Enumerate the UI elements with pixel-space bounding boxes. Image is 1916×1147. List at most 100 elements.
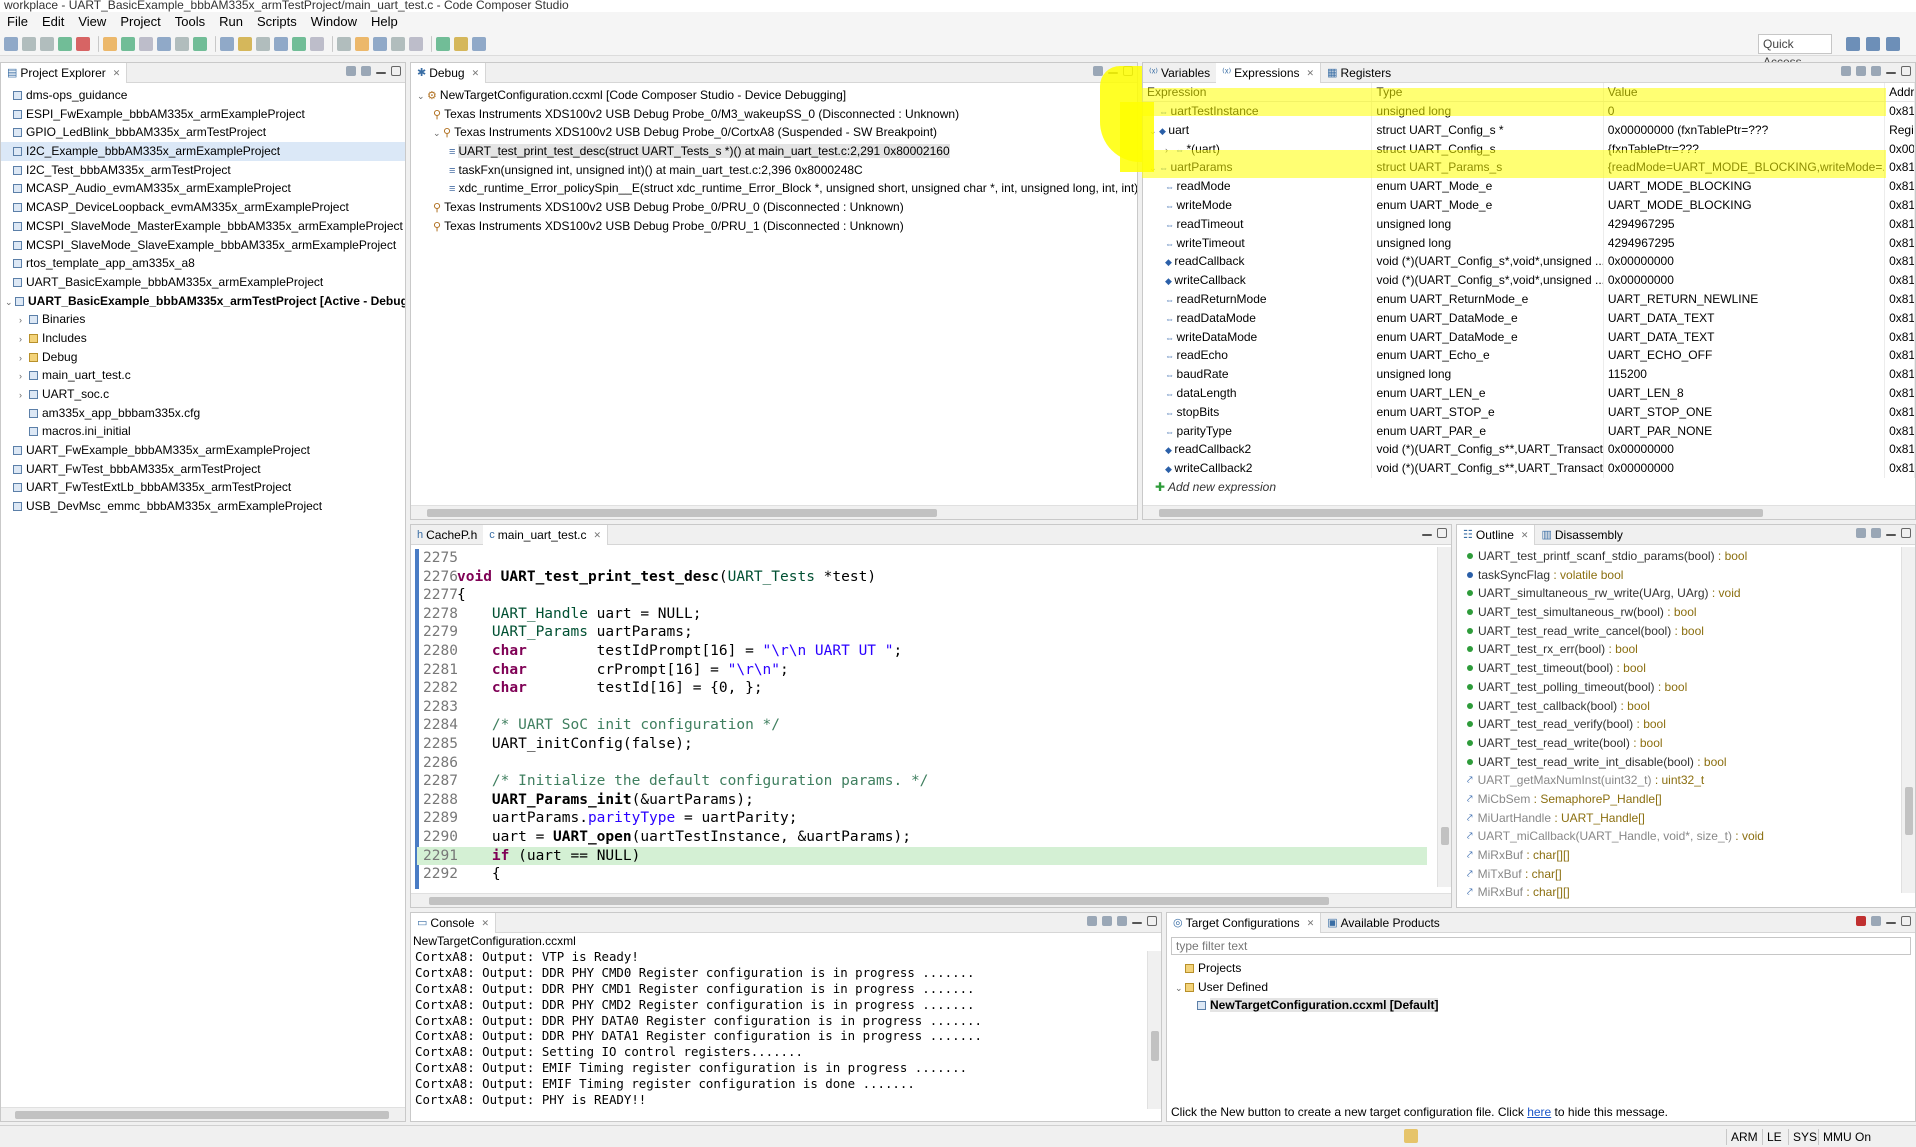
remove-expression-icon[interactable] [1856, 66, 1866, 76]
maximize-icon[interactable] [1901, 528, 1911, 538]
add-expression-icon[interactable] [1841, 66, 1851, 76]
expression-row[interactable]: ◆ readCallback void (*)(UART_Config_s*,vo… [1143, 252, 1915, 272]
menu-edit[interactable]: Edit [35, 12, 71, 32]
perspective-icon[interactable] [1886, 37, 1900, 51]
tree-item[interactable]: ESPI_FwExample_bbbAM335x_armExampleProje… [1, 105, 405, 124]
menu-tools[interactable]: Tools [168, 12, 212, 32]
expression-row[interactable]: ⇔ readTimeout unsigned long 4294967295 0x81 [1143, 214, 1915, 234]
outline-item[interactable]: ⤤ MiRxBuf : char[][] [1467, 883, 1915, 902]
tab-cachep-h[interactable]: h CacheP.h [411, 525, 483, 545]
tree-item[interactable]: MCASP_DeviceLoopback_evmAM335x_armExampl… [1, 198, 405, 217]
menu-scripts[interactable]: Scripts [250, 12, 304, 32]
horizontal-scrollbar[interactable] [1, 1107, 405, 1121]
expression-value[interactable]: 0x00000000 [1604, 459, 1886, 478]
tree-item[interactable]: › UART_soc.c [1, 385, 405, 404]
expand-arrow-icon[interactable]: › [19, 330, 29, 348]
expand-arrow-icon[interactable]: › [19, 386, 29, 404]
horizontal-scrollbar[interactable] [1143, 505, 1915, 519]
tree-item[interactable]: I2C_Test_bbbAM335x_armTestProject [1, 161, 405, 180]
sort-icon[interactable] [1856, 528, 1866, 538]
toolbar-button-icon[interactable] [472, 36, 486, 51]
expand-arrow-icon[interactable]: ⌄ [417, 87, 427, 105]
vertical-scrollbar[interactable] [1437, 547, 1451, 887]
toolbar-button-icon[interactable] [22, 36, 36, 51]
expand-arrow-icon[interactable]: › [19, 367, 29, 385]
tab-console[interactable]: ▭ Console ✕ [411, 913, 496, 933]
expression-row[interactable]: ◆ writeCallback2 void (*)(UART_Config_s**… [1143, 459, 1915, 478]
tree-item[interactable]: I2C_Example_bbbAM335x_armExampleProject [1, 142, 405, 161]
code-line[interactable]: 2286 [417, 754, 1427, 773]
menu-window[interactable]: Window [304, 12, 364, 32]
quick-access-input[interactable]: Quick Access [1758, 34, 1832, 69]
expression-row[interactable]: ⇔ parityType enum UART_PAR_e UART_PAR_NONE… [1143, 421, 1915, 441]
expand-arrow-icon[interactable]: ⌄ [1175, 979, 1185, 997]
expression-value[interactable]: 4294967295 [1604, 214, 1886, 234]
close-icon[interactable]: ✕ [594, 525, 602, 545]
toolbar-button-icon[interactable] [274, 36, 288, 51]
vertical-scrollbar[interactable] [1901, 547, 1915, 893]
debug-item[interactable]: ⚲ Texas Instruments XDS100v2 USB Debug P… [411, 198, 1137, 217]
minimize-icon[interactable] [1886, 72, 1896, 74]
tree-item[interactable]: UART_FwTest_bbbAM335x_armTestProject [1, 460, 405, 479]
expression-row[interactable]: ⇔ writeDataMode enum UART_DataMode_e UART_… [1143, 327, 1915, 347]
tab-target-configurations[interactable]: ◎ Target Configurations ✕ [1167, 913, 1322, 933]
vertical-scrollbar[interactable] [1147, 951, 1161, 1109]
code-line[interactable]: 2284 /* UART SoC init configuration */ [417, 716, 1427, 735]
outline-item[interactable]: UART_test_simultaneous_rw(bool) : bool [1467, 603, 1915, 622]
expression-value[interactable]: UART_MODE_BLOCKING [1604, 195, 1886, 215]
outline-item[interactable]: ⤤ MiRxBuf : char[][] [1467, 846, 1915, 865]
toolbar-button-icon[interactable] [355, 36, 369, 51]
tree-item[interactable]: macros.ini_initial [1, 422, 405, 441]
code-line[interactable]: 2282 char testId[16] = {0, }; [417, 679, 1427, 698]
expression-value[interactable]: 0x00000000 (fxnTablePtr=??? [1604, 120, 1886, 140]
refresh-icon[interactable] [1871, 916, 1881, 926]
toolbar-button-icon[interactable] [40, 36, 54, 51]
expression-row[interactable]: ⇔ dataLength enum UART_LEN_e UART_LEN_8 0x8… [1143, 383, 1915, 403]
tree-item[interactable]: › Binaries [1, 310, 405, 329]
expression-row[interactable]: ⇔ writeTimeout unsigned long 4294967295 0x8… [1143, 233, 1915, 253]
expression-row[interactable]: ⇔ baudRate unsigned long 115200 0x81 [1143, 365, 1915, 384]
scroll-lock-icon[interactable] [1102, 916, 1112, 926]
collapse-all-icon[interactable] [1871, 66, 1881, 76]
toolbar-button-icon[interactable] [454, 36, 468, 51]
tree-item[interactable]: UART_BasicExample_bbbAM335x_armExamplePr… [1, 273, 405, 292]
outline-item[interactable]: UART_simultaneous_rw_write(UArg, UArg) :… [1467, 584, 1915, 603]
tree-item[interactable]: am335x_app_bbbam335x.cfg [1, 404, 405, 423]
target-tree-item[interactable]: Projects [1167, 959, 1915, 978]
close-icon[interactable]: ✕ [1307, 913, 1315, 933]
code-line[interactable]: 2290 uart = UART_open(uartTestInstance, … [417, 828, 1427, 847]
code-line[interactable]: 2291 if (uart == NULL) [417, 846, 1427, 866]
expression-value[interactable]: UART_MODE_BLOCKING [1604, 177, 1886, 196]
tab-project-explorer[interactable]: ▤ Project Explorer ✕ [1, 63, 128, 83]
code-line[interactable]: 2289 uartParams.parityType = uartParity; [417, 809, 1427, 828]
column-header-addr[interactable]: Addr [1885, 83, 1915, 101]
code-line[interactable]: 2275 [417, 549, 1427, 568]
tree-item[interactable]: › main_uart_test.c [1, 366, 405, 385]
expression-row[interactable]: ⇔ readDataMode enum UART_DataMode_e UART_D… [1143, 308, 1915, 328]
maximize-icon[interactable] [1901, 66, 1911, 76]
toolbar-button-icon[interactable] [256, 36, 270, 51]
expression-value[interactable]: UART_DATA_TEXT [1604, 327, 1886, 347]
minimize-icon[interactable] [1886, 922, 1896, 924]
toolbar-button-icon[interactable] [391, 36, 405, 51]
tree-item[interactable]: GPIO_LedBlink_bbbAM335x_armTestProject [1, 123, 405, 142]
outline-item[interactable]: UART_test_read_write(bool) : bool [1467, 734, 1915, 753]
expression-value[interactable]: 0x00000000 [1604, 271, 1886, 290]
outline-item[interactable]: ⤤ MiUartHandle : UART_Handle[] [1467, 809, 1915, 828]
debug-item[interactable]: ≡ taskFxn(unsigned int, unsigned int)() … [411, 161, 1137, 180]
debug-item[interactable]: ⌄ ⚲ Texas Instruments XDS100v2 USB Debug … [411, 123, 1137, 142]
outline-item[interactable]: UART_test_read_write_cancel(bool) : bool [1467, 622, 1915, 641]
toolbar-button-icon[interactable] [436, 36, 450, 51]
toolbar-button-icon[interactable] [139, 36, 153, 51]
horizontal-scrollbar[interactable] [411, 505, 1137, 519]
outline-item[interactable]: ⤤ UART_getMaxNumInst(uint32_t) : uint32_t [1467, 771, 1915, 790]
code-line[interactable]: 2279 UART_Params uartParams; [417, 623, 1427, 642]
tree-item[interactable]: › Includes [1, 329, 405, 348]
tab-variables[interactable]: ⁽ˣ⁾ Variables [1143, 63, 1216, 83]
expand-arrow-icon[interactable]: ⌄ [433, 124, 443, 142]
minimize-icon[interactable] [376, 72, 386, 74]
expression-value[interactable]: UART_DATA_TEXT [1604, 308, 1886, 328]
toolbar-button-icon[interactable] [292, 36, 306, 51]
minimize-icon[interactable] [1132, 922, 1142, 924]
expression-row[interactable]: ◆ writeCallback void (*)(UART_Config_s*,v… [1143, 271, 1915, 290]
